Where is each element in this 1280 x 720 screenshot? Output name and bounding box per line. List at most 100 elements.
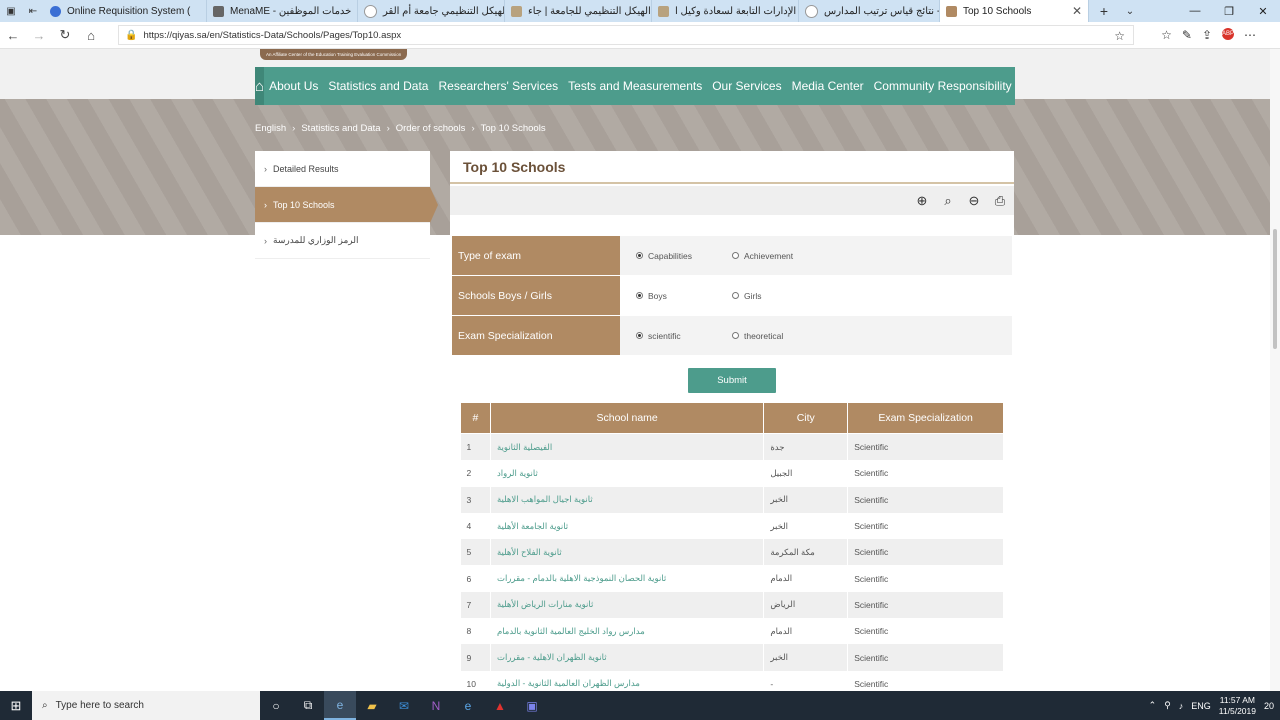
site-favicon-icon: [946, 5, 957, 17]
close-window-icon[interactable]: ✕: [1246, 0, 1280, 22]
notifications-icon[interactable]: 20: [1264, 701, 1274, 711]
browser-tab[interactable]: الهيكل التنظيمي للجامعة | جاء: [505, 0, 652, 22]
column-header-city[interactable]: City: [763, 402, 849, 434]
nav-media-center[interactable]: Media Center: [787, 79, 869, 93]
cell-city: -: [763, 670, 849, 691]
acrobat-icon[interactable]: ▲: [484, 691, 516, 720]
breadcrumb-link[interactable]: Statistics and Data: [301, 123, 380, 134]
teams-icon[interactable]: ▣: [516, 691, 548, 720]
radio-scientific[interactable]: scientific: [636, 331, 732, 341]
print-icon[interactable]: ⎙: [988, 189, 1012, 213]
favorite-star-icon[interactable]: ☆: [1114, 29, 1125, 43]
internet-explorer-icon[interactable]: e: [452, 691, 484, 720]
url-field[interactable]: 🔒 https://qiyas.sa/en/Statistics-Data/Sc…: [118, 25, 1134, 45]
radio-label: Achievement: [744, 250, 794, 261]
adblock-icon[interactable]: ABP: [1222, 28, 1234, 40]
cortana-icon[interactable]: ○: [260, 691, 292, 720]
more-icon[interactable]: ⋯: [1244, 28, 1256, 42]
column-header-specialization[interactable]: Exam Specialization: [847, 402, 1004, 434]
favorites-icon[interactable]: ☆: [1161, 28, 1172, 42]
cell-school-name[interactable]: ثانوية الرواد: [490, 460, 765, 487]
cell-school-name[interactable]: ثانوية الفلاح الأهلية: [490, 539, 765, 566]
cell-school-name[interactable]: ثانوية الظهران الاهلية - مقررات: [490, 644, 765, 671]
nav-our-services[interactable]: Our Services: [707, 79, 786, 93]
search-icon[interactable]: ⌕: [936, 189, 960, 213]
cell-city: الرياض: [763, 591, 849, 619]
refresh-icon[interactable]: ↻: [52, 27, 78, 43]
radio-achievement[interactable]: Achievement: [732, 251, 793, 261]
browser-toolbar: ☆ ✎ ⇪ ABP ⋯: [1161, 28, 1256, 42]
show-hidden-icons-chevron-icon[interactable]: ⌃: [1149, 700, 1157, 711]
cell-school-name[interactable]: ثانوية الجامعة الأهلية: [490, 512, 765, 540]
nav-about-us[interactable]: About Us: [264, 79, 323, 93]
new-tab-button[interactable]: +: [1089, 0, 1119, 22]
filter-label: Exam Specialization: [452, 316, 620, 355]
cell-school-name[interactable]: ثانوية منارات الرياض الأهلية: [490, 591, 765, 619]
file-explorer-icon[interactable]: ▰: [356, 691, 388, 720]
browser-tab[interactable]: الهيكل التنظيمي جامعة أم القر: [358, 0, 505, 22]
column-header-school-name[interactable]: School name: [489, 402, 765, 434]
browser-tab[interactable]: الإدارات التابعة لسعادة وكيل ا: [652, 0, 799, 22]
cell-school-name[interactable]: الفيصلية الثانوية: [490, 433, 765, 461]
radio-boys[interactable]: Boys: [636, 291, 732, 301]
home-icon[interactable]: ⌂: [78, 28, 104, 43]
clock[interactable]: 11:57 AM 11/5/2019: [1219, 695, 1256, 717]
submit-button[interactable]: Submit: [688, 368, 776, 393]
share-icon[interactable]: ⇪: [1202, 28, 1212, 42]
site-favicon-icon: [511, 5, 522, 17]
radio-capabilities[interactable]: Capabilities: [636, 251, 732, 261]
cell-specialization: Scientific: [847, 539, 1004, 566]
edge-browser-icon[interactable]: e: [324, 691, 356, 720]
breadcrumb-link[interactable]: Order of schools: [396, 123, 466, 134]
pen-icon[interactable]: ✎: [1182, 28, 1192, 42]
browser-tab[interactable]: نتائج قياس ترتيب المدارس - G: [799, 0, 940, 22]
site-tagline: An Affiliate Center of the Education Tra…: [260, 49, 408, 60]
main-content: Top 10 Schools ⊕ ⌕ ⊖ ⎙ Type of exam Capa…: [450, 151, 1014, 691]
table-header-row: # School name City Exam Specialization: [460, 402, 1004, 434]
sidebar-item-detailed-results[interactable]: › Detailed Results: [255, 151, 430, 187]
task-view-icon[interactable]: ⧉: [292, 691, 324, 720]
taskbar-search-box[interactable]: ⌕ Type here to search: [32, 691, 260, 720]
zoom-in-icon[interactable]: ⊕: [910, 189, 934, 213]
tab-actions-icon[interactable]: ⇤: [22, 0, 44, 22]
volume-icon[interactable]: ♪: [1179, 701, 1184, 711]
language-indicator[interactable]: ENG: [1191, 701, 1211, 711]
sidebar-item-ministerial-code[interactable]: › الرمز الوزاري للمدرسة: [255, 223, 430, 259]
back-icon[interactable]: ←: [0, 28, 26, 43]
nav-community-responsibility[interactable]: Community Responsibility: [869, 79, 1017, 93]
forward-icon[interactable]: →: [26, 28, 52, 43]
minimize-icon[interactable]: —: [1178, 0, 1212, 22]
onenote-icon[interactable]: N: [420, 691, 452, 720]
windows-start-icon[interactable]: ⊞: [0, 691, 32, 720]
zoom-out-icon[interactable]: ⊖: [962, 189, 986, 213]
tab-list-chevron-icon[interactable]: ⌄: [1119, 0, 1141, 22]
browser-tab-active[interactable]: Top 10 Schools ✕: [940, 0, 1089, 22]
system-tray: ⌃ ⚲ ♪ ENG 11:57 AM 11/5/2019 20: [1149, 691, 1280, 720]
page-scrollbar[interactable]: [1270, 49, 1280, 691]
nav-researchers-services[interactable]: Researchers' Services: [433, 79, 563, 93]
home-icon[interactable]: ⌂: [255, 67, 265, 105]
column-header-rank[interactable]: #: [460, 402, 491, 434]
browser-tab[interactable]: MenaME - خدمات الموظفين: [207, 0, 358, 22]
cell-school-name[interactable]: مدارس رواد الخليج العالمية الثانوية بالد…: [490, 618, 765, 645]
radio-girls[interactable]: Girls: [732, 291, 761, 301]
radio-theoretical[interactable]: theoretical: [732, 331, 783, 341]
close-tab-icon[interactable]: ✕: [1072, 4, 1082, 18]
table-row: 3 ثانوية اجيال المواهب الاهلية الخبر Scient…: [460, 486, 1004, 513]
nav-statistics-data[interactable]: Statistics and Data: [323, 79, 433, 93]
filter-label: Schools Boys / Girls: [452, 276, 620, 315]
cell-school-name[interactable]: ثانوية الحصان النموذجية الاهلية بالدمام …: [490, 565, 765, 592]
window-menu-icon[interactable]: ▣: [0, 0, 22, 22]
sidebar-item-top-10-schools[interactable]: › Top 10 Schools: [255, 187, 438, 223]
filter-label: Type of exam: [452, 236, 620, 275]
nav-tests-measurements[interactable]: Tests and Measurements: [563, 79, 707, 93]
restore-icon[interactable]: ❐: [1212, 0, 1246, 22]
outlook-icon[interactable]: ✉: [388, 691, 420, 720]
breadcrumb-link[interactable]: English: [255, 123, 286, 134]
cell-school-name[interactable]: ثانوية اجيال المواهب الاهلية: [490, 486, 765, 513]
scrollbar-thumb[interactable]: [1273, 229, 1277, 349]
cell-rank: 4: [460, 512, 491, 540]
network-icon[interactable]: ⚲: [1164, 700, 1171, 711]
browser-tab[interactable]: Online Requisition System (: [44, 0, 207, 22]
cell-school-name[interactable]: مدارس الظهران العالمية الثانوية - الدولي…: [490, 670, 765, 691]
